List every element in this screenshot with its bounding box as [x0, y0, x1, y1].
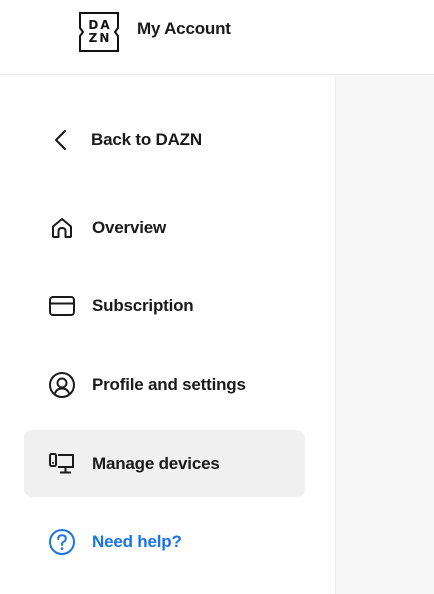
user-circle-icon [48, 371, 76, 399]
main-content-area [335, 76, 434, 594]
logo-text-bottom: ZN [88, 31, 112, 45]
sidebar-item-manage-devices[interactable]: Manage devices [24, 430, 305, 497]
help-link[interactable]: Need help? [24, 508, 305, 575]
sidebar-item-label: Manage devices [92, 453, 220, 473]
chevron-left-icon [48, 126, 76, 154]
sidebar-item-label: Overview [92, 217, 167, 237]
dazn-logo[interactable]: DA ZN [78, 11, 120, 53]
sidebar: Back to DAZN Overview Subscription Profi… [0, 76, 334, 594]
home-icon [48, 214, 76, 242]
back-link-label: Back to DAZN [91, 129, 202, 149]
back-link[interactable]: Back to DAZN [24, 106, 305, 173]
credit-card-icon [48, 292, 76, 320]
sidebar-item-label: Profile and settings [92, 374, 246, 394]
sidebar-item-overview[interactable]: Overview [24, 194, 305, 261]
top-header: DA ZN My Account [0, 0, 434, 75]
help-link-label: Need help? [92, 531, 182, 551]
page-title: My Account [137, 19, 231, 38]
sidebar-item-label: Subscription [92, 295, 194, 315]
devices-icon [48, 450, 76, 478]
sidebar-item-profile[interactable]: Profile and settings [24, 351, 305, 418]
help-circle-icon [48, 528, 76, 556]
sidebar-item-subscription[interactable]: Subscription [24, 272, 305, 339]
